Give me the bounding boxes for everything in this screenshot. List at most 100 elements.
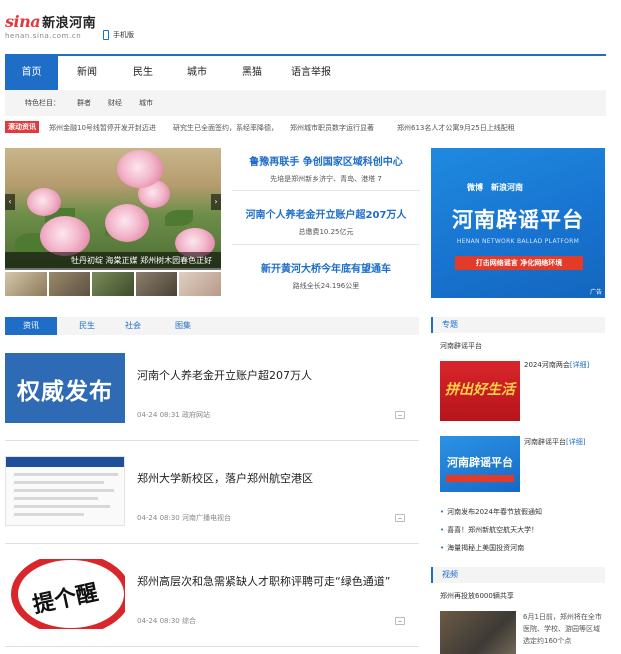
news-title[interactable]: 河南个人养老金开立账户超207万人 bbox=[137, 367, 312, 383]
video-section-header: 视频 bbox=[431, 567, 605, 583]
nav-city[interactable]: 城市 bbox=[175, 56, 219, 90]
site-logo[interactable]: sina 新浪河南 henan.sina.com.cn bbox=[5, 12, 105, 46]
news-source: 综合 bbox=[181, 617, 196, 625]
ad-logos: 微博 新浪河南 bbox=[467, 182, 523, 193]
chevron-right-icon[interactable]: › bbox=[211, 194, 221, 210]
phone-icon bbox=[103, 30, 109, 40]
headline-item[interactable]: 河南个人养老金开立账户超207万人 总缴费10.25亿元 bbox=[232, 206, 420, 237]
topic-section-header: 专题 bbox=[431, 317, 605, 333]
nav-report[interactable]: 语言举报 bbox=[281, 56, 341, 90]
promo-caption[interactable]: 2024河南两会[详细] bbox=[524, 360, 589, 370]
headline-title[interactable]: 鲁豫再联手 争创国家区域科创中心 bbox=[232, 153, 420, 168]
promo-bar bbox=[446, 475, 514, 482]
slide-thumbnail[interactable] bbox=[48, 272, 91, 296]
ticker-item[interactable]: 郑州613名人才公寓9月25日上线配租 bbox=[397, 123, 515, 133]
promo-rumor-platform[interactable]: 河南辟谣平台 bbox=[440, 436, 520, 492]
ticker-label: 滚动资讯 bbox=[5, 121, 39, 133]
news-meta: 04-24 08:31 政府网站 bbox=[137, 410, 210, 420]
tab-gallery[interactable]: 图集 bbox=[157, 317, 209, 335]
news-meta: 04-24 08:30 综合 bbox=[137, 616, 196, 626]
slide-thumbnail[interactable] bbox=[5, 272, 47, 296]
ad-title: 河南辟谣平台 bbox=[452, 208, 584, 232]
promo-caption[interactable]: 河南辟谣平台[详细] bbox=[524, 437, 585, 447]
tab-society[interactable]: 社会 bbox=[107, 317, 159, 335]
video-description: 6月1日前，郑州将在全市医院、学校、游园等区域选定约160个点 bbox=[523, 613, 602, 645]
slide-thumbnail[interactable] bbox=[92, 272, 134, 296]
main-nav: 首页 新闻 民生 城市 黑猫 语言举报 bbox=[5, 54, 606, 90]
news-title[interactable]: 郑州大学新校区，落户郑州航空港区 bbox=[137, 470, 313, 486]
news-title[interactable]: 郑州高层次和急需紧缺人才职称评聘可走“绿色通道” bbox=[137, 573, 390, 589]
ticker-item[interactable]: 郑州城市职员数字运行显著 bbox=[290, 123, 374, 133]
ticker-item[interactable]: 郑州金融10号线暂停开发开封迈进 bbox=[49, 123, 156, 133]
nav-news[interactable]: 新闻 bbox=[65, 56, 109, 90]
headline-item[interactable]: 新开黄河大桥今年底有望通车 路线全长24.196公里 bbox=[232, 260, 420, 291]
topic-subtitle[interactable]: 河南辟谣平台 bbox=[440, 341, 482, 351]
news-thumbnail[interactable] bbox=[5, 456, 125, 526]
top-headlines: 鲁豫再联手 争创国家区域科创中心 先培是郑州新乡济宁、青岛、港塔 7 河南个人养… bbox=[232, 148, 420, 298]
comment-icon[interactable] bbox=[395, 514, 405, 522]
logo-brand: sina bbox=[5, 12, 41, 31]
sina-henan-logo: 新浪河南 bbox=[491, 183, 523, 192]
news-list-item[interactable]: 郑州大学新校区，落户郑州航空港区 04-24 08:30 河南广播电视台 bbox=[5, 456, 419, 544]
headline-subtitle: 总缴费10.25亿元 bbox=[298, 228, 354, 236]
headline-title[interactable]: 新开黄河大桥今年底有望通车 bbox=[232, 260, 420, 275]
feature-subnav: 特色栏目： 群者 财经 城市 bbox=[5, 90, 606, 116]
headline-title[interactable]: 河南个人养老金开立账户超207万人 bbox=[232, 206, 420, 221]
tab-news[interactable]: 资讯 bbox=[5, 317, 57, 335]
comment-icon[interactable] bbox=[395, 617, 405, 625]
news-ticker: 滚动资讯 郑州金融10号线暂停开发开封迈进 研究生已全面签约，系经率降德， 郑州… bbox=[5, 121, 606, 135]
divider bbox=[232, 190, 420, 191]
slide-thumbnail[interactable] bbox=[179, 272, 221, 296]
divider bbox=[232, 244, 420, 245]
news-thumbnail[interactable]: 提个醒 bbox=[5, 559, 125, 629]
slide-image[interactable] bbox=[5, 148, 221, 268]
nav-home[interactable]: 首页 bbox=[5, 56, 58, 90]
news-source: 政府网站 bbox=[181, 411, 210, 419]
ad-badge: 广告 bbox=[589, 289, 602, 296]
slide-thumbnail[interactable] bbox=[135, 272, 178, 296]
weibo-logo: 微博 bbox=[467, 183, 483, 192]
tab-livelihood[interactable]: 民生 bbox=[61, 317, 113, 335]
headline-item[interactable]: 鲁豫再联手 争创国家区域科创中心 先培是郑州新乡济宁、青岛、港塔 7 bbox=[232, 153, 420, 184]
promo-title: 拼出好生活 bbox=[445, 382, 515, 398]
promo-two-sessions[interactable]: 拼出好生活 bbox=[440, 361, 520, 421]
photo-slideshow[interactable]: 牡丹初绽 海棠正媒 郑州树木园春色正好 ‹ › bbox=[5, 148, 221, 298]
news-date: 04-24 08:31 bbox=[137, 411, 180, 419]
news-meta: 04-24 08:30 河南广播电视台 bbox=[137, 513, 231, 523]
logo-domain: henan.sina.com.cn bbox=[5, 32, 82, 40]
promo-title: 河南辟谣平台 bbox=[447, 456, 513, 469]
subnav-label: 特色栏目： bbox=[25, 99, 60, 107]
comment-icon[interactable] bbox=[395, 411, 405, 419]
topic-link[interactable]: 海量揭秘上美国投资河南 bbox=[440, 543, 524, 553]
news-source: 河南广播电视台 bbox=[181, 514, 231, 522]
headline-subtitle: 先培是郑州新乡济宁、青岛、港塔 7 bbox=[270, 175, 382, 183]
news-list-item[interactable]: 提个醒 郑州高层次和急需紧缺人才职称评聘可走“绿色通道” 04-24 08:30… bbox=[5, 559, 419, 647]
site-header: sina 新浪河南 henan.sina.com.cn 手机版 bbox=[5, 8, 606, 54]
chevron-left-icon[interactable]: ‹ bbox=[5, 194, 15, 210]
ticker-item[interactable]: 研究生已全面签约，系经率降德， bbox=[173, 123, 278, 133]
video-subtitle[interactable]: 郑州再投放6000辆共享 bbox=[440, 591, 514, 601]
topic-link[interactable]: 喜喜！郑州新航空航天大学！ bbox=[440, 525, 538, 535]
thumb-text: 权威发布 bbox=[17, 379, 113, 405]
news-date: 04-24 08:30 bbox=[137, 617, 180, 625]
content-tabs: 资讯 民生 社会 图集 bbox=[5, 317, 419, 335]
rumor-platform-ad[interactable]: 微博 新浪河南 河南辟谣平台 HENAN NETWORK BALLAD PLAT… bbox=[431, 148, 605, 298]
news-list-item[interactable]: 权威发布 河南个人养老金开立账户超207万人 04-24 08:31 政府网站 bbox=[5, 353, 419, 441]
mobile-version-label: 手机版 bbox=[113, 31, 134, 39]
mobile-version-link[interactable]: 手机版 bbox=[103, 30, 134, 40]
slide-caption[interactable]: 牡丹初绽 海棠正媒 郑州树木园春色正好 bbox=[5, 252, 221, 270]
news-thumbnail[interactable]: 权威发布 bbox=[5, 353, 125, 423]
headline-subtitle: 路线全长24.196公里 bbox=[292, 282, 360, 290]
subnav-item[interactable]: 财经 bbox=[108, 98, 122, 108]
logo-wordmark: sina 新浪河南 bbox=[5, 12, 105, 31]
ad-subtitle: HENAN NETWORK BALLAD PLATFORM bbox=[456, 238, 580, 245]
subnav-item[interactable]: 城市 bbox=[139, 98, 153, 108]
slide-thumbnails bbox=[5, 272, 221, 296]
topic-link[interactable]: 河南发布2024年春节放假通知 bbox=[440, 507, 542, 517]
nav-livelihood[interactable]: 民生 bbox=[121, 56, 165, 90]
nav-heimao[interactable]: 黑猫 bbox=[230, 56, 274, 90]
subnav-item[interactable]: 群者 bbox=[77, 98, 91, 108]
ad-slogan: 打击网络谣言 净化网络环境 bbox=[455, 256, 583, 270]
news-date: 04-24 08:30 bbox=[137, 514, 180, 522]
video-thumbnail[interactable] bbox=[440, 611, 516, 654]
